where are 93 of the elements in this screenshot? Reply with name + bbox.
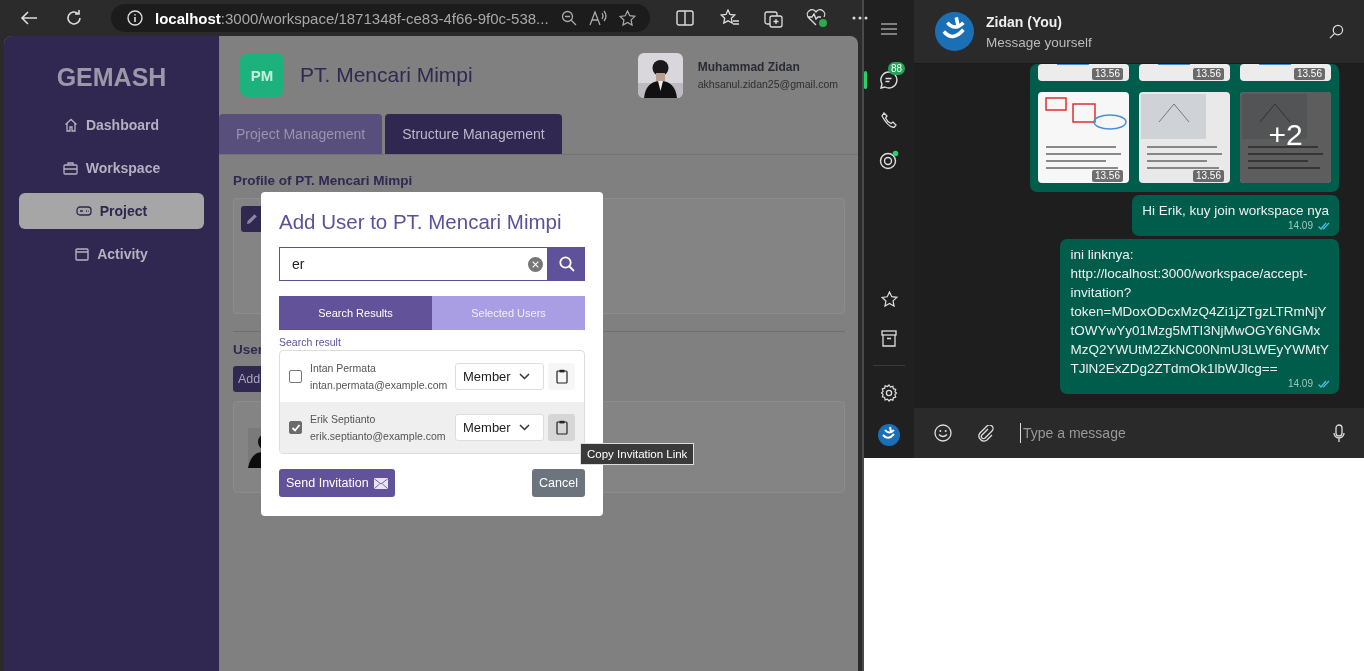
media-thumbnail[interactable]: +2	[1240, 92, 1331, 183]
favorites-icon[interactable]	[719, 9, 740, 27]
timestamp: 13.56	[1091, 170, 1123, 182]
chat-icon[interactable]	[880, 71, 898, 89]
media-thumbnail[interactable]: 13.56	[1240, 64, 1331, 81]
active-indicator	[864, 71, 867, 89]
project-badge: PM	[240, 53, 284, 97]
double-check-icon	[1318, 380, 1330, 388]
url-text: localhost:3000/workspace/1871348f-ce83-4f66-9f0c-538...	[155, 9, 549, 27]
calendar-icon	[75, 247, 90, 261]
media-thumbnail[interactable]: 13.56	[1139, 64, 1230, 81]
timestamp: 14.09	[1287, 220, 1313, 232]
message-text: ini linknya: http://localhost:3000/workspace/accept- invitation? token=MDoxODcxMzQ4Zi1jZTgzLTRmNjY tOWYwYy01Mzg5MTI3NjMwOGY6NGMx MzQ2YWUtM2ZkNC00NmU3LWEyYWMtY TJlN2ExZDg2ZTdmOk1lbWJlcg==	[1070, 246, 1329, 378]
info-icon[interactable]	[127, 10, 143, 26]
message-input[interactable]: Type a message	[1020, 423, 1307, 443]
app-logo: GEMASH	[56, 63, 167, 92]
phone-icon[interactable]	[881, 112, 897, 128]
refresh-icon[interactable]	[65, 9, 83, 27]
zoom-out-icon[interactable]	[560, 10, 577, 26]
sidebar-item[interactable]: Workspace	[19, 150, 204, 186]
back-icon[interactable]	[20, 10, 38, 26]
user-email: intan.permata@example.com	[310, 379, 449, 391]
dialog-title: Add User to PT. Mencari Mimpi	[279, 210, 563, 234]
cancel-button[interactable]: Cancel	[532, 469, 585, 497]
address-bar[interactable]: localhost:3000/workspace/1871348f-ce83-4f66-9f0c-538...	[111, 4, 650, 32]
project-title: PT. Mencari Mimpi	[300, 63, 474, 87]
archive-icon[interactable]	[881, 330, 897, 347]
checkbox[interactable]	[289, 370, 302, 383]
clear-icon[interactable]	[528, 256, 543, 272]
status-icon[interactable]	[879, 150, 899, 170]
envelope-icon	[373, 477, 388, 489]
tab[interactable]: Structure Management	[385, 114, 562, 154]
emoji-icon[interactable]	[934, 424, 952, 442]
section-heading: Profile of PT. Mencari Mimpi	[233, 173, 414, 188]
tooltip: Copy Invitation Link	[580, 443, 695, 465]
role-select[interactable]: Member	[455, 363, 544, 390]
unread-badge: 88	[888, 62, 906, 75]
user-row[interactable]: Erik Septianto erik.septianto@example.com Member	[280, 402, 584, 453]
result-label: Search result	[279, 336, 342, 348]
settings-icon[interactable]	[880, 384, 898, 402]
copy-link-button[interactable]	[548, 414, 575, 441]
user-email: akhsanul.zidan25@gmail.com	[697, 78, 838, 90]
user-name: Muhammad Zidan	[697, 60, 801, 74]
sidebar-item[interactable]: Dashboard	[19, 107, 204, 143]
send-invitation-button[interactable]: Send Invitation	[279, 469, 395, 497]
search-input[interactable]: er	[290, 255, 528, 273]
search-icon	[558, 256, 575, 272]
search-icon[interactable]	[1329, 24, 1344, 39]
media-thumbnail[interactable]: 13.56	[1038, 64, 1129, 81]
chevron-down-icon	[519, 373, 530, 380]
timestamp: 13.56	[1192, 68, 1224, 80]
more-count: +2	[1267, 118, 1304, 152]
gamepad-icon	[75, 206, 92, 216]
paperclip-icon[interactable]	[978, 424, 994, 442]
star-icon[interactable]	[618, 9, 636, 27]
search-field[interactable]: er	[279, 247, 548, 281]
sidebar-item[interactable]: Project	[19, 193, 204, 229]
user-row[interactable]: Intan Permata intan.permata@example.com Member	[280, 351, 584, 402]
chat-subtitle: Message yourself	[986, 34, 1093, 50]
message-text: Hi Erik, kuy join workspace nya	[1142, 202, 1329, 220]
timestamp: 13.56	[1293, 68, 1325, 80]
read-aloud-icon[interactable]	[588, 10, 607, 26]
media-thumbnail[interactable]: 13.56	[1139, 92, 1230, 183]
timestamp: 14.09	[1287, 378, 1313, 390]
checkbox[interactable]	[289, 421, 302, 434]
media-thumbnail[interactable]: 13.56	[1038, 92, 1129, 183]
home-icon	[63, 118, 78, 132]
clipboard-icon	[555, 369, 568, 384]
message-composer[interactable]: Type a message	[914, 408, 1364, 458]
search-button[interactable]	[548, 247, 585, 281]
collections-icon[interactable]	[763, 8, 784, 28]
sidebar-item[interactable]: Activity	[19, 236, 204, 272]
briefcase-icon	[62, 161, 78, 175]
chat-name: Zidan (You)	[986, 13, 1063, 30]
double-check-icon	[1318, 222, 1330, 230]
user-name: Erik Septianto	[310, 413, 377, 425]
clipboard-icon	[555, 420, 568, 435]
user-email: erik.septianto@example.com	[310, 430, 447, 442]
split-screen-icon[interactable]	[675, 10, 694, 26]
timestamp: 13.56	[1192, 170, 1224, 182]
tab[interactable]: Search Results	[279, 296, 432, 330]
avatar-icon[interactable]	[878, 424, 900, 446]
menu-icon[interactable]	[881, 23, 897, 35]
microphone-icon[interactable]	[1333, 423, 1345, 443]
role-select[interactable]: Member	[455, 414, 544, 441]
timestamp: 13.56	[1091, 68, 1123, 80]
copy-link-button[interactable]	[548, 363, 575, 390]
avatar-icon[interactable]	[935, 12, 974, 51]
pencil-icon	[246, 213, 258, 225]
user-name: Intan Permata	[310, 362, 377, 374]
edit-button[interactable]	[241, 206, 263, 232]
chevron-down-icon	[519, 424, 530, 431]
health-icon[interactable]	[805, 8, 828, 28]
